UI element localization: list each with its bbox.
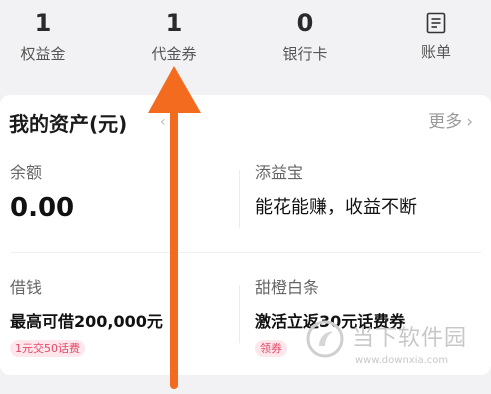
watermark-logo-icon xyxy=(306,320,344,358)
chevron-right-icon: › xyxy=(466,112,473,132)
stat-bank-card[interactable]: 0 银行卡 xyxy=(255,8,355,64)
assets-title: 我的资产(元) xyxy=(9,112,128,136)
divider xyxy=(239,285,240,343)
stat-label: 代金券 xyxy=(151,45,197,63)
borrow-badge[interactable]: 1元交50话费 xyxy=(10,340,85,357)
stat-value: 0 xyxy=(296,9,314,37)
watermark-url: www.downxia.com xyxy=(355,355,449,366)
divider xyxy=(10,252,481,253)
stat-value: 1 xyxy=(165,9,183,37)
tiancheng-label: 甜橙白条 xyxy=(255,278,320,297)
top-stats-bar: 1 权益金 1 代金券 0 银行卡 账单 xyxy=(0,0,491,92)
stat-value: 1 xyxy=(34,9,52,37)
balance-value[interactable]: 0.00 xyxy=(10,193,74,223)
stat-voucher[interactable]: 1 代金券 xyxy=(124,8,224,64)
coupon-badge[interactable]: 领券 xyxy=(255,340,287,357)
stat-rights-gold[interactable]: 1 权益金 xyxy=(0,8,93,64)
divider xyxy=(239,170,240,228)
more-label: 更多 xyxy=(428,112,463,132)
borrow-limit[interactable]: 最高可借200,000元 xyxy=(10,311,163,333)
balance-label: 余额 xyxy=(10,163,43,182)
stat-label: 银行卡 xyxy=(282,45,328,63)
eye-icon[interactable]: ‹ xyxy=(160,114,174,130)
bill-icon xyxy=(426,12,446,34)
tianyibao-label: 添益宝 xyxy=(255,163,304,182)
tianyibao-slogan[interactable]: 能花能赚，收益不断 xyxy=(255,196,417,220)
more-button[interactable]: 更多 › xyxy=(428,110,473,134)
stat-bill[interactable]: 账单 xyxy=(386,8,486,62)
borrow-label: 借钱 xyxy=(10,278,43,297)
stat-label: 权益金 xyxy=(20,45,66,63)
stat-label: 账单 xyxy=(420,43,451,61)
watermark-title: 当下软件园 xyxy=(352,326,468,351)
